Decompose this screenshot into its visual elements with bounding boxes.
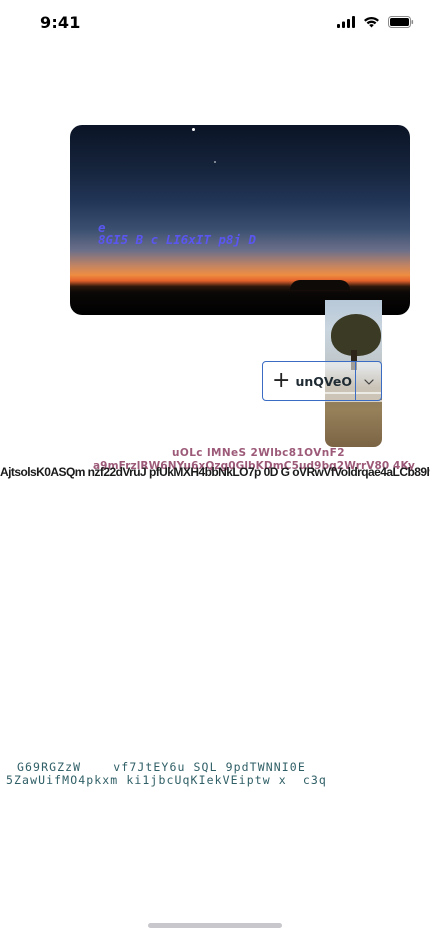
status-icons	[337, 15, 414, 33]
dropdown-toggle-button[interactable]	[356, 362, 381, 400]
star-dot	[192, 128, 195, 131]
chevron-down-icon	[363, 372, 374, 390]
add-button[interactable]: + unQVeO	[263, 362, 355, 400]
cellular-signal-icon	[337, 15, 355, 33]
footer-text-line-1: G69RGZzW vf7JtEY6u SQL 9pdTWNNI0E	[17, 760, 306, 774]
home-indicator[interactable]	[148, 923, 282, 928]
wifi-icon	[363, 15, 380, 33]
add-split-button[interactable]: + unQVeO	[262, 361, 382, 401]
footer-text-line-2: 5ZawUifMO4pkxm ki1jbcUqKIekVEiptw x c3q	[6, 773, 327, 787]
sunset-hero-image: e 8GI5 B c LI6xIT p8j D	[70, 125, 410, 315]
plus-icon: +	[272, 368, 291, 393]
battery-icon	[388, 15, 414, 33]
status-bar: 9:41	[0, 0, 430, 44]
body-text-line: AjtsolsK0ASQm nzf22dVruJ pfUkMXH4bbNkLO7…	[0, 465, 430, 479]
horizon-hill	[290, 280, 350, 290]
hero-overlay-line-2: 8GI5 B c LI6xIT p8j D	[98, 232, 257, 247]
add-button-label: unQVeO	[295, 373, 352, 389]
status-time: 9:41	[40, 13, 81, 32]
hero-overlay-text: e 8GI5 B c LI6xIT p8j D	[98, 221, 257, 247]
caption-line-1: uOLc lMNeS 2Wlbc81OVnF2	[172, 447, 345, 459]
star-dot	[214, 161, 216, 163]
